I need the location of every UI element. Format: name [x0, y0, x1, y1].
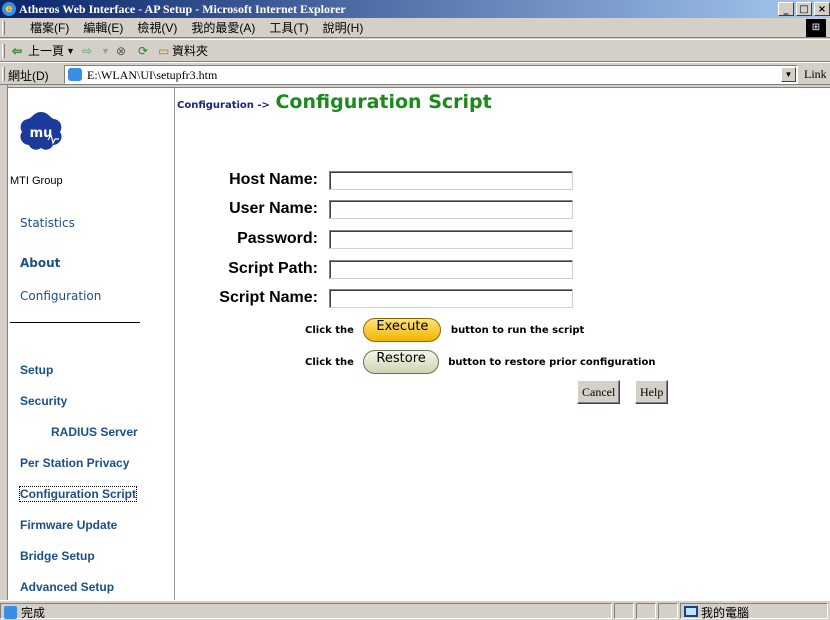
host-name-label: Host Name:: [229, 171, 318, 188]
address-dropdown-icon[interactable]: ▼: [781, 67, 796, 82]
address-bar: 網址(D) E:\WLAN\UI\setupfr3.htm ▼ Link: [0, 62, 830, 85]
script-path-label: Script Path:: [228, 260, 318, 277]
links-toolbar[interactable]: Link: [804, 67, 827, 82]
toolbar: ⇦ 上一頁 ▼ ⇨ ▼ ⊗ ⟳ ▭ 資料夾: [0, 39, 830, 62]
page-icon: [68, 68, 82, 81]
toolbar-grip[interactable]: [2, 44, 5, 58]
restore-button[interactable]: Restore: [363, 350, 439, 374]
stop-icon[interactable]: ⊗: [116, 40, 126, 62]
menu-file[interactable]: 檔案(F): [28, 18, 71, 38]
close-button[interactable]: ×: [814, 2, 830, 16]
address-label: 網址(D): [8, 69, 49, 83]
status-text: 完成: [21, 606, 46, 620]
page-status-icon: [4, 606, 17, 619]
nav-setup[interactable]: Setup: [20, 363, 53, 377]
status-main: 完成: [0, 603, 612, 620]
page-content: mu MTI Group Statistics About Configurat…: [8, 87, 830, 600]
restore-suffix: button to restore prior configuration: [448, 357, 656, 368]
folders-icon: ▭: [158, 44, 170, 58]
menu-items: 檔案(F) 編輯(E) 檢視(V) 我的最愛(A) 工具(T) 說明(H): [28, 18, 365, 38]
nav-statistics[interactable]: Statistics: [20, 216, 75, 230]
status-slot-1: [614, 603, 634, 619]
nav-per-station-privacy[interactable]: Per Station Privacy: [20, 456, 129, 470]
user-name-label: User Name:: [229, 200, 318, 217]
nav-bridge-setup[interactable]: Bridge Setup: [20, 549, 95, 563]
menu-favorites[interactable]: 我的最愛(A): [189, 18, 257, 38]
breadcrumb: Configuration ->: [177, 100, 270, 111]
back-button[interactable]: 上一頁: [28, 40, 64, 62]
status-slot-3: [658, 603, 678, 619]
nav-configuration-script[interactable]: Configuration Script: [19, 486, 137, 502]
back-arrow-icon: ⇦: [12, 44, 23, 58]
main-frame: Configuration -> Configuration Script Ho…: [175, 88, 830, 600]
nav-about[interactable]: About: [20, 256, 60, 270]
frame-border: [0, 85, 8, 600]
window-title: Atheros Web Interface - AP Setup - Micro…: [19, 2, 346, 16]
window-controls: _ □ ×: [778, 2, 830, 16]
menu-tools[interactable]: 工具(T): [267, 18, 310, 38]
menu-help[interactable]: 說明(H): [321, 18, 366, 38]
my-computer-icon: [684, 606, 698, 617]
restore-prefix: Click the: [305, 357, 354, 368]
cancel-button[interactable]: Cancel: [577, 380, 621, 404]
menu-grip[interactable]: [2, 21, 5, 35]
password-label: Password:: [237, 230, 318, 247]
help-button[interactable]: Help: [635, 380, 669, 404]
sidebar-divider: [10, 322, 140, 323]
nav-firmware-update[interactable]: Firmware Update: [20, 518, 117, 532]
sidebar: mu MTI Group Statistics About Configurat…: [8, 88, 175, 600]
zone-text: 我的電腦: [701, 606, 750, 620]
nav-security[interactable]: Security: [20, 394, 67, 408]
ie-logo-icon: e: [2, 2, 16, 16]
execute-suffix: button to run the script: [450, 325, 585, 336]
minimize-button[interactable]: _: [778, 2, 794, 16]
maximize-button[interactable]: □: [796, 2, 812, 16]
status-zone: 我的電腦: [680, 603, 828, 620]
execute-prefix: Click the: [305, 325, 354, 336]
refresh-icon[interactable]: ⟳: [138, 40, 148, 62]
execute-button[interactable]: Execute: [363, 318, 442, 342]
nav-configuration[interactable]: Configuration: [20, 289, 101, 303]
forward-dropdown-icon[interactable]: ▼: [101, 40, 110, 62]
mti-logo-icon: mu: [20, 112, 62, 150]
page-title: Configuration Script: [275, 91, 492, 113]
forward-button[interactable]: ⇨: [82, 40, 92, 62]
password-input[interactable]: [329, 230, 573, 249]
script-name-label: Script Name:: [219, 289, 318, 306]
address-url: E:\WLAN\UI\setupfr3.htm: [87, 68, 218, 82]
script-path-input[interactable]: [329, 260, 573, 279]
menu-view[interactable]: 檢視(V): [135, 18, 179, 38]
org-name: MTI Group: [10, 175, 63, 187]
address-grip[interactable]: [2, 67, 5, 81]
script-name-input[interactable]: [329, 289, 573, 308]
windows-logo-icon: ⊞: [806, 19, 826, 37]
status-bar: 完成 我的電腦: [0, 600, 830, 620]
restore-row: Click the Restore button to restore prio…: [305, 350, 655, 376]
nav-radius-server[interactable]: RADIUS Server: [51, 425, 138, 439]
browser-window: e Atheros Web Interface - AP Setup - Mic…: [0, 0, 830, 620]
menu-edit[interactable]: 編輯(E): [81, 18, 125, 38]
menu-bar: 檔案(F) 編輯(E) 檢視(V) 我的最愛(A) 工具(T) 說明(H) ⊞: [0, 18, 830, 38]
title-bar: e Atheros Web Interface - AP Setup - Mic…: [0, 0, 830, 18]
back-dropdown-icon[interactable]: ▼: [66, 40, 75, 62]
user-name-input[interactable]: [329, 200, 573, 219]
address-input[interactable]: E:\WLAN\UI\setupfr3.htm ▼: [64, 65, 798, 84]
status-slot-2: [636, 603, 656, 619]
folders-button[interactable]: 資料夾: [172, 40, 208, 62]
execute-row: Click the Execute button to run the scri…: [305, 318, 584, 344]
page-heading: Configuration -> Configuration Script: [177, 91, 492, 113]
host-name-input[interactable]: [329, 171, 573, 190]
nav-advanced-setup[interactable]: Advanced Setup: [20, 580, 114, 594]
